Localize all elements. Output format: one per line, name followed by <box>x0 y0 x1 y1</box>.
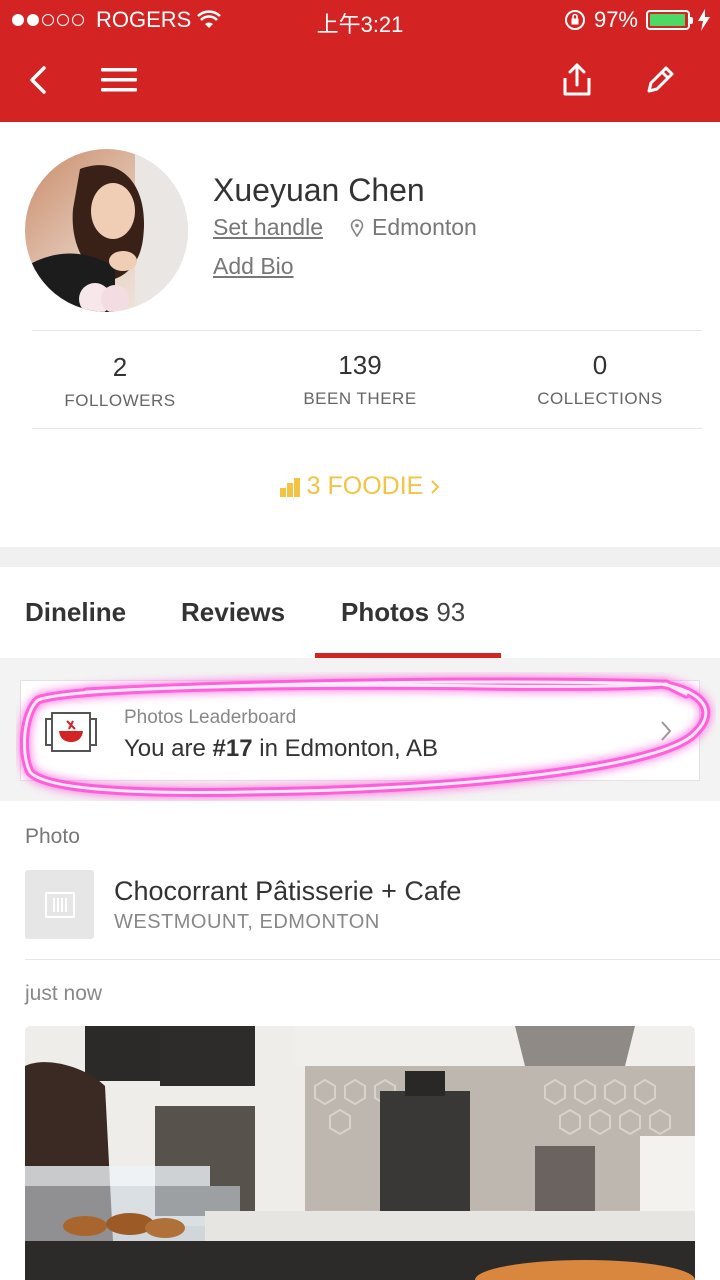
pencil-icon <box>647 66 674 93</box>
tab-reviews[interactable]: Reviews <box>181 597 285 628</box>
restaurant-placeholder-icon <box>44 891 75 918</box>
divider <box>32 330 702 331</box>
profile-name: Xueyuan Chen <box>213 172 425 208</box>
share-button[interactable] <box>555 58 599 102</box>
set-handle-link[interactable]: Set handle <box>213 214 323 241</box>
orientation-lock-icon <box>564 10 585 30</box>
foodie-level[interactable]: 3 FOODIE <box>0 472 720 501</box>
business-name-link[interactable]: Chocorrant Pâtisserie + Cafe <box>114 876 461 907</box>
business-thumbnail[interactable] <box>25 870 94 939</box>
stat-label: BEEN THERE <box>303 389 417 408</box>
profile-tabs: Dineline Reviews Photos 93 <box>0 567 720 658</box>
photos-leaderboard-card[interactable]: Photos Leaderboard You are #17 in Edmont… <box>20 680 700 781</box>
profile-location: Edmonton <box>350 214 477 241</box>
leaderboard-rank-text: You are #17 in Edmonton, AB <box>124 735 438 763</box>
stat-collections[interactable]: 0 COLLECTIONS <box>480 350 720 409</box>
battery-icon <box>646 10 693 30</box>
stat-value: 139 <box>338 350 382 380</box>
avatar[interactable] <box>25 149 188 312</box>
rank-suffix: in Edmonton, AB <box>252 735 439 762</box>
status-bar: ROGERS 上午3:21 97% <box>0 0 720 40</box>
back-button[interactable] <box>16 58 60 102</box>
tab-label: Dineline <box>25 597 127 627</box>
stat-label: FOLLOWERS <box>64 391 176 410</box>
stat-been-there[interactable]: 139 BEEN THERE <box>240 350 480 409</box>
menu-button[interactable] <box>97 58 141 102</box>
leaderboard-label: Photos Leaderboard <box>124 707 297 728</box>
business-location: WESTMOUNT, EDMONTON <box>114 911 380 933</box>
profile-header: Xueyuan Chen Set handle Edmonton Add Bio… <box>0 122 720 547</box>
share-icon <box>563 63 591 96</box>
cafe-photo[interactable] <box>25 1026 695 1280</box>
charging-bolt-icon <box>698 9 710 31</box>
tab-photos[interactable]: Photos 93 <box>341 597 465 628</box>
status-right: 97% <box>564 7 710 33</box>
tab-label: Photos <box>341 597 430 627</box>
stat-followers[interactable]: 2 FOLLOWERS <box>0 352 240 411</box>
rank-prefix: You are <box>124 735 213 762</box>
chevron-left-icon <box>30 66 46 94</box>
top-bar: ROGERS 上午3:21 97% <box>0 0 720 122</box>
leaderboard-area: Photos Leaderboard You are #17 in Edmont… <box>0 658 720 801</box>
chevron-right-icon <box>659 719 673 748</box>
edit-button[interactable] <box>638 58 682 102</box>
tab-count: 93 <box>436 597 466 627</box>
battery-percent: 97% <box>593 7 638 32</box>
tab-label: Reviews <box>181 597 286 627</box>
foodie-label: 3 FOODIE <box>306 472 424 500</box>
post-timestamp: just now <box>25 982 103 1005</box>
tab-dineline[interactable]: Dineline <box>25 597 126 628</box>
location-pin-icon <box>350 218 364 237</box>
like-button[interactable] <box>632 259 672 303</box>
section-divider <box>0 547 720 567</box>
rank-value: #17 <box>212 735 253 762</box>
stat-label: COLLECTIONS <box>537 389 663 408</box>
hamburger-icon <box>101 68 137 92</box>
leaderboard-photo-icon <box>45 711 97 758</box>
stat-value: 0 <box>592 350 608 380</box>
photo-feed: Photo Chocorrant Pâtisserie + Cafe WESTM… <box>0 801 720 1280</box>
add-bio-link[interactable]: Add Bio <box>213 253 294 280</box>
heart-icon <box>632 259 672 297</box>
stat-value: 2 <box>112 352 128 382</box>
divider <box>32 428 702 429</box>
location-label: Edmonton <box>372 214 477 240</box>
divider <box>25 959 720 960</box>
foodie-bars-icon <box>279 477 300 497</box>
chevron-right-icon <box>431 479 440 494</box>
feed-section-label: Photo <box>25 825 80 848</box>
